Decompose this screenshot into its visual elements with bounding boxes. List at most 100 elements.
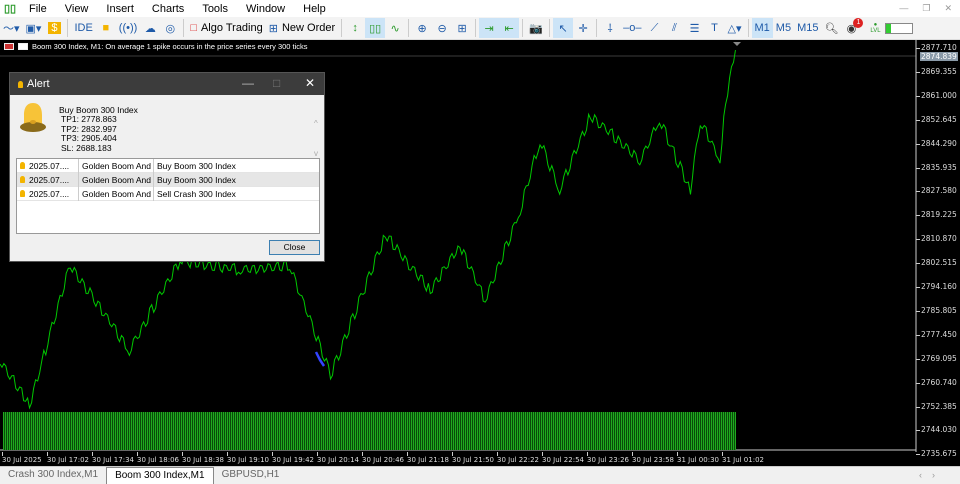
toolbar: 〜▾ ▣▾ $ IDE ■ ((•)) ☁ ◎ □ Algo Trading ⊞ N… (0, 17, 960, 40)
menu-window[interactable]: Window (237, 3, 294, 15)
timeframe-m1[interactable]: M1 (751, 18, 773, 38)
market-icon[interactable]: ■ (96, 18, 116, 38)
menu-bar: ▯▯ File View Insert Charts Tools Window … (0, 0, 960, 17)
time-axis-label: 30 Jul 21:18 (407, 452, 449, 464)
alert-dialog: Alert — □ ✕ Buy Boom 300 Index TP1: 2778… (9, 72, 325, 262)
time-axis-label: 30 Jul 23:58 (632, 452, 674, 464)
menu-insert[interactable]: Insert (97, 3, 143, 15)
price-axis-label: 2760.740 (916, 377, 957, 387)
alert-title: Alert (27, 78, 50, 90)
time-axis-label: 30 Jul 19:10 (227, 452, 269, 464)
time-axis-label: 31 Jul 01:02 (722, 452, 764, 464)
price-axis-label: 2869.355 (916, 66, 957, 76)
zoom-out-icon[interactable]: ⊖ (432, 18, 452, 38)
time-axis-label: 30 Jul 20:46 (362, 452, 404, 464)
chart-title: Boom 300 Index, M1: On average 1 spike o… (32, 42, 308, 51)
chart-type-icon[interactable]: 〜▾ (0, 18, 23, 38)
search-icon[interactable]: 🔍︎ (821, 18, 841, 38)
time-axis-label: 30 Jul 17:02 (47, 452, 89, 464)
timeframe-m5[interactable]: M5 (773, 18, 794, 38)
time-axis-label: 30 Jul 22:22 (497, 452, 539, 464)
bell-icon (20, 162, 25, 169)
timeframe-m15[interactable]: M15 (794, 18, 821, 38)
time-axis-label: 30 Jul 22:54 (542, 452, 584, 464)
text-icon[interactable]: T (705, 18, 725, 38)
price-axis-label: 2877.710 (916, 43, 957, 52)
connection-bar (885, 22, 914, 34)
price-axis-label: 2827.580 (916, 186, 957, 196)
alert-titlebar[interactable]: Alert — □ ✕ (10, 73, 324, 95)
menu-file[interactable]: File (20, 3, 56, 15)
trendline-icon[interactable]: ⟋ (645, 18, 665, 38)
new-order-button[interactable]: ⊞ New Order (266, 18, 338, 38)
scroll-left-icon[interactable]: ‹ (919, 470, 932, 480)
tile-icon[interactable]: ⊞ (452, 18, 472, 38)
price-axis-label: 2769.095 (916, 353, 957, 363)
time-axis-label: 30 Jul 21:50 (452, 452, 494, 464)
line-chart-icon[interactable]: ∿ (385, 18, 405, 38)
time-axis-label: 31 Jul 00:30 (677, 452, 719, 464)
time-axis-label: 30 Jul 2025 (2, 452, 42, 464)
price-axis-label: 2844.290 (916, 138, 957, 148)
close-button[interactable]: Close (269, 240, 320, 255)
close-window-button[interactable]: ✕ (944, 3, 952, 14)
menu-help[interactable]: Help (294, 3, 335, 15)
tab-boom-300[interactable]: Boom 300 Index,M1 (106, 467, 214, 484)
list-item[interactable]: 2025.07.... Golden Boom And ... Sell Crash… (17, 186, 319, 201)
indicator-icon (18, 43, 28, 50)
menu-view[interactable]: View (56, 3, 98, 15)
alert-list: 2025.07.... Golden Boom And ... Buy Boom 3… (16, 158, 320, 234)
symbol-flag-icon (4, 43, 14, 50)
alert-maximize-button[interactable]: □ (273, 76, 280, 90)
new-order-icon: ⊞ (268, 22, 278, 35)
channel-icon[interactable]: ⫽ (665, 18, 685, 38)
bell-icon (20, 176, 25, 183)
vertical-line-icon[interactable]: ⸸ (600, 18, 620, 38)
time-axis-label: 30 Jul 19:42 (272, 452, 314, 464)
notifications-button[interactable]: ◉ 1 (841, 18, 864, 38)
price-axis-label: 2852.645 (916, 114, 957, 124)
tab-gbpusd[interactable]: GBPUSD,H1 (214, 467, 288, 484)
candlestick-icon[interactable]: ▯▯ (365, 18, 386, 38)
alert-minimize-button[interactable]: — (242, 76, 254, 90)
time-axis-label: 30 Jul 18:38 (182, 452, 224, 464)
cursor-icon[interactable]: ↖ (553, 18, 574, 38)
algo-trading-icon: □ (190, 22, 197, 34)
vps-icon[interactable]: ☁ (140, 18, 160, 38)
algo-trading-button[interactable]: □ Algo Trading (187, 18, 265, 38)
menu-charts[interactable]: Charts (143, 3, 193, 15)
menu-tools[interactable]: Tools (193, 3, 237, 15)
templates-icon[interactable]: ▣▾ (23, 18, 45, 38)
dollar-icon[interactable]: $ (44, 18, 64, 38)
list-item[interactable]: 2025.07.... Golden Boom And ... Buy Boom 3… (17, 158, 319, 173)
chart-shift-icon[interactable]: ⇤ (499, 18, 520, 38)
price-axis-label: 2785.805 (916, 305, 957, 315)
alert-close-icon[interactable]: ✕ (305, 76, 315, 90)
price-axis-label: 2819.225 (916, 210, 957, 220)
horizontal-line-icon[interactable]: –o– (620, 18, 644, 38)
price-axis-label: 2794.160 (916, 282, 957, 291)
zoom-in-icon[interactable]: ⊕ (412, 18, 432, 38)
bar-chart-icon[interactable]: ↕ (345, 18, 365, 38)
minimize-button[interactable]: — (899, 3, 908, 14)
tab-crash-300[interactable]: Crash 300 Index,M1 (0, 467, 106, 484)
autoscroll-icon[interactable]: ⇥ (479, 18, 500, 38)
restore-button[interactable]: ❐ (922, 3, 930, 14)
scroll-right-icon[interactable]: › (932, 470, 945, 480)
signal-marker (314, 351, 326, 367)
time-axis-label: 30 Jul 18:06 (137, 452, 179, 464)
bell-icon (18, 80, 23, 88)
time-axis-label: 30 Jul 17:34 (92, 452, 134, 464)
ide-button[interactable]: IDE (71, 18, 95, 38)
fibonacci-icon[interactable]: ☰ (685, 18, 705, 38)
shift-marker-icon (733, 42, 741, 46)
shapes-icon[interactable]: △▾ (725, 18, 745, 38)
price-axis-label: 2802.515 (916, 258, 957, 268)
add-service-icon[interactable]: ◎ (160, 18, 180, 38)
price-axis-label: 2735.675 (916, 449, 957, 459)
list-item[interactable]: 2025.07.... Golden Boom And ... Buy Boom 3… (17, 172, 319, 187)
crosshair-icon[interactable]: ✛ (573, 18, 593, 38)
app-logo-icon: ▯▯ (4, 3, 17, 15)
screenshot-icon[interactable]: 📷 (526, 18, 546, 38)
signals-icon[interactable]: ((•)) (116, 18, 141, 38)
